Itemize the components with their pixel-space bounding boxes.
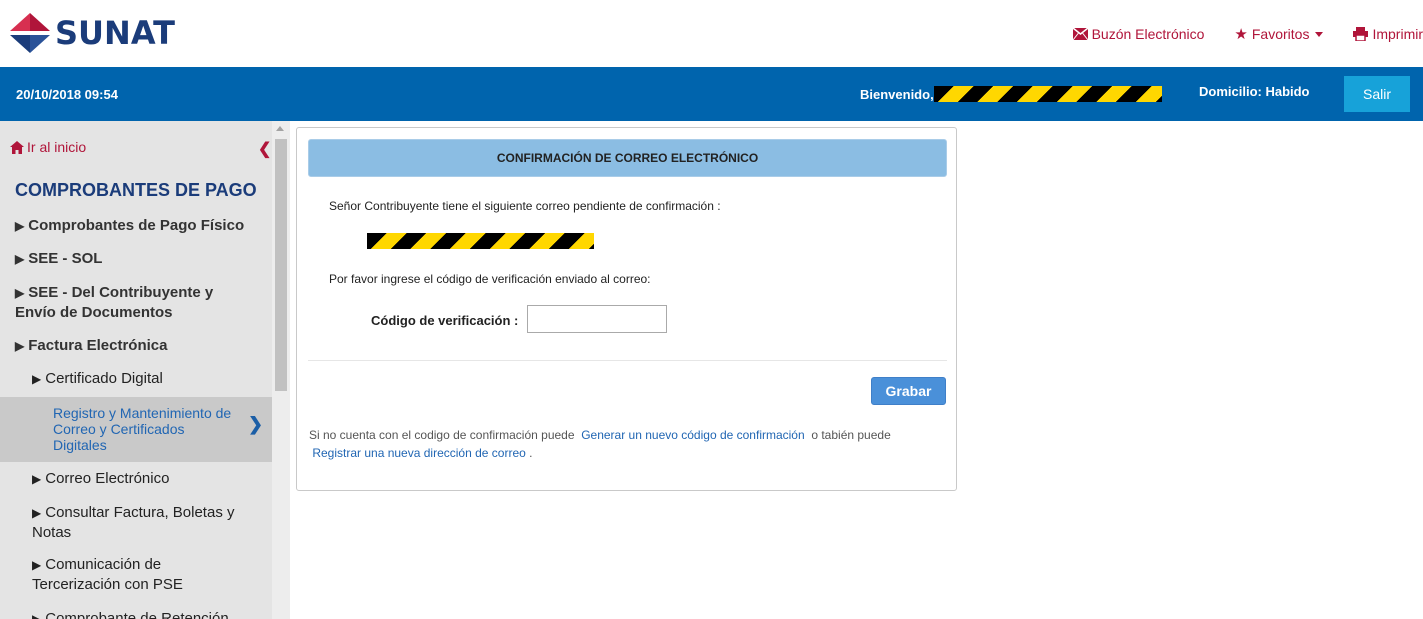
datetime: 20/10/2018 09:54 (16, 87, 118, 102)
sunat-logo-icon (10, 13, 50, 53)
pending-email-message: Señor Contribuyente tiene el siguiente c… (329, 199, 721, 213)
instruction-text: Por favor ingrese el código de verificac… (329, 272, 651, 286)
domicilio-status: Domicilio: Habido (1199, 84, 1310, 99)
sidebar-item-tercerizacion-pse[interactable]: ▶ Comunicación de Tercerización con PSE (0, 555, 230, 595)
envelope-icon (1072, 28, 1088, 40)
sidebar-scrollbar-thumb[interactable] (275, 139, 287, 391)
logo-text: SUNAT (55, 14, 175, 52)
home-link[interactable]: Ir al inicio (10, 139, 86, 155)
top-header: SUNAT Buzón Electrónico ★ Favoritos Impr… (0, 0, 1423, 67)
sidebar-item-label: Consultar Factura, Boletas y Notas (32, 504, 235, 541)
sidebar-item-label: SEE - Del Contribuyente y Envío de Docum… (15, 284, 214, 321)
triangle-right-icon: ▶ (32, 372, 42, 386)
sidebar-item-label: Comunicación de Tercerización con PSE (32, 556, 183, 593)
top-links: Buzón Electrónico ★ Favoritos Imprimir (1043, 24, 1423, 44)
sidebar-item-certificado-digital[interactable]: ▶ Certificado Digital (32, 369, 262, 389)
welcome-text: Bienvenido, (860, 86, 1162, 102)
sidebar-item-see-sol[interactable]: ▶ SEE - SOL (15, 249, 265, 269)
save-button[interactable]: Grabar (871, 377, 946, 405)
sidebar-item-label: Certificado Digital (45, 370, 163, 387)
footer-text: Si no cuenta con el codigo de confirmaci… (309, 428, 575, 442)
panel-title: CONFIRMACIÓN DE CORREO ELECTRÓNICO (308, 139, 947, 177)
home-icon (10, 140, 24, 154)
triangle-right-icon: ▶ (15, 286, 25, 300)
sidebar-item-label: Correo Electrónico (45, 470, 170, 487)
verification-code-label: Código de verificación : (371, 313, 519, 328)
triangle-right-icon: ▶ (32, 506, 42, 520)
divider (308, 360, 947, 361)
print-link[interactable]: Imprimir (1353, 26, 1423, 42)
mailbox-label: Buzón Electrónico (1091, 26, 1205, 42)
favorites-label: Favoritos (1251, 26, 1310, 42)
email-confirmation-panel: CONFIRMACIÓN DE CORREO ELECTRÓNICO Señor… (296, 127, 957, 491)
user-bar: 20/10/2018 09:54 Bienvenido, Domicilio: … (0, 67, 1423, 121)
triangle-right-icon: ▶ (15, 219, 25, 233)
sidebar-item-factura-electronica[interactable]: ▶ Factura Electrónica (15, 336, 265, 356)
chevron-right-icon: ❯ (248, 414, 264, 434)
chevron-down-icon (1315, 31, 1324, 37)
redacted-email (367, 233, 594, 249)
verification-code-input[interactable] (527, 305, 667, 333)
sidebar: Ir al inicio ❮ COMPROBANTES DE PAGO ▶ Com… (0, 121, 290, 619)
register-email-link[interactable]: Registrar una nueva dirección de correo (312, 446, 525, 460)
sidebar-item-registro-correo[interactable]: Registro y Mantenimiento de Correo y Cer… (53, 405, 233, 453)
star-icon: ★ (1234, 26, 1248, 43)
triangle-right-icon: ▶ (15, 252, 25, 266)
footer-text-2: o tabién puede (811, 428, 891, 442)
sidebar-item-label: Comprobantes de Pago Físico (28, 217, 245, 234)
sidebar-item-label: SEE - SOL (28, 250, 103, 267)
print-label: Imprimir (1372, 26, 1423, 42)
sidebar-item-correo-electronico[interactable]: ▶ Correo Electrónico (32, 469, 262, 489)
logout-button[interactable]: Salir (1344, 76, 1410, 112)
sidebar-item-see-contribuyente[interactable]: ▶ SEE - Del Contribuyente y Envío de Docu… (0, 283, 250, 323)
footer-help: Si no cuenta con el codigo de confirmaci… (309, 426, 949, 462)
sidebar-item-consultar-factura[interactable]: ▶ Consultar Factura, Boletas y Notas (0, 503, 262, 543)
home-label: Ir al inicio (27, 139, 87, 155)
redacted-username (933, 86, 1162, 102)
triangle-right-icon: ▶ (32, 558, 42, 572)
sidebar-item-label: Factura Electrónica (28, 337, 168, 354)
sidebar-item-label: Comprobante de Retención (45, 610, 229, 619)
favorites-dropdown[interactable]: ★ Favoritos (1234, 25, 1324, 43)
triangle-right-icon: ▶ (32, 472, 42, 486)
mailbox-link[interactable]: Buzón Electrónico (1072, 26, 1205, 42)
welcome-label: Bienvenido, (860, 86, 934, 102)
triangle-right-icon: ▶ (32, 612, 42, 619)
printer-icon (1353, 27, 1369, 41)
sidebar-item-comprobante-retencion[interactable]: ▶ Comprobante de Retención (32, 609, 262, 619)
collapse-sidebar-icon[interactable]: ❮ (258, 139, 271, 159)
sunat-logo[interactable]: SUNAT (8, 10, 175, 56)
sidebar-title: COMPROBANTES DE PAGO (15, 180, 257, 200)
triangle-right-icon: ▶ (15, 339, 25, 353)
sidebar-item-comprobantes-fisico[interactable]: ▶ Comprobantes de Pago Físico (15, 216, 265, 236)
generate-code-link[interactable]: Generar un nuevo código de confirmación (581, 428, 804, 442)
sidebar-menu: Ir al inicio ❮ COMPROBANTES DE PAGO ▶ Com… (0, 121, 272, 619)
footer-end: . (529, 446, 533, 460)
scroll-up-icon[interactable] (276, 126, 284, 131)
